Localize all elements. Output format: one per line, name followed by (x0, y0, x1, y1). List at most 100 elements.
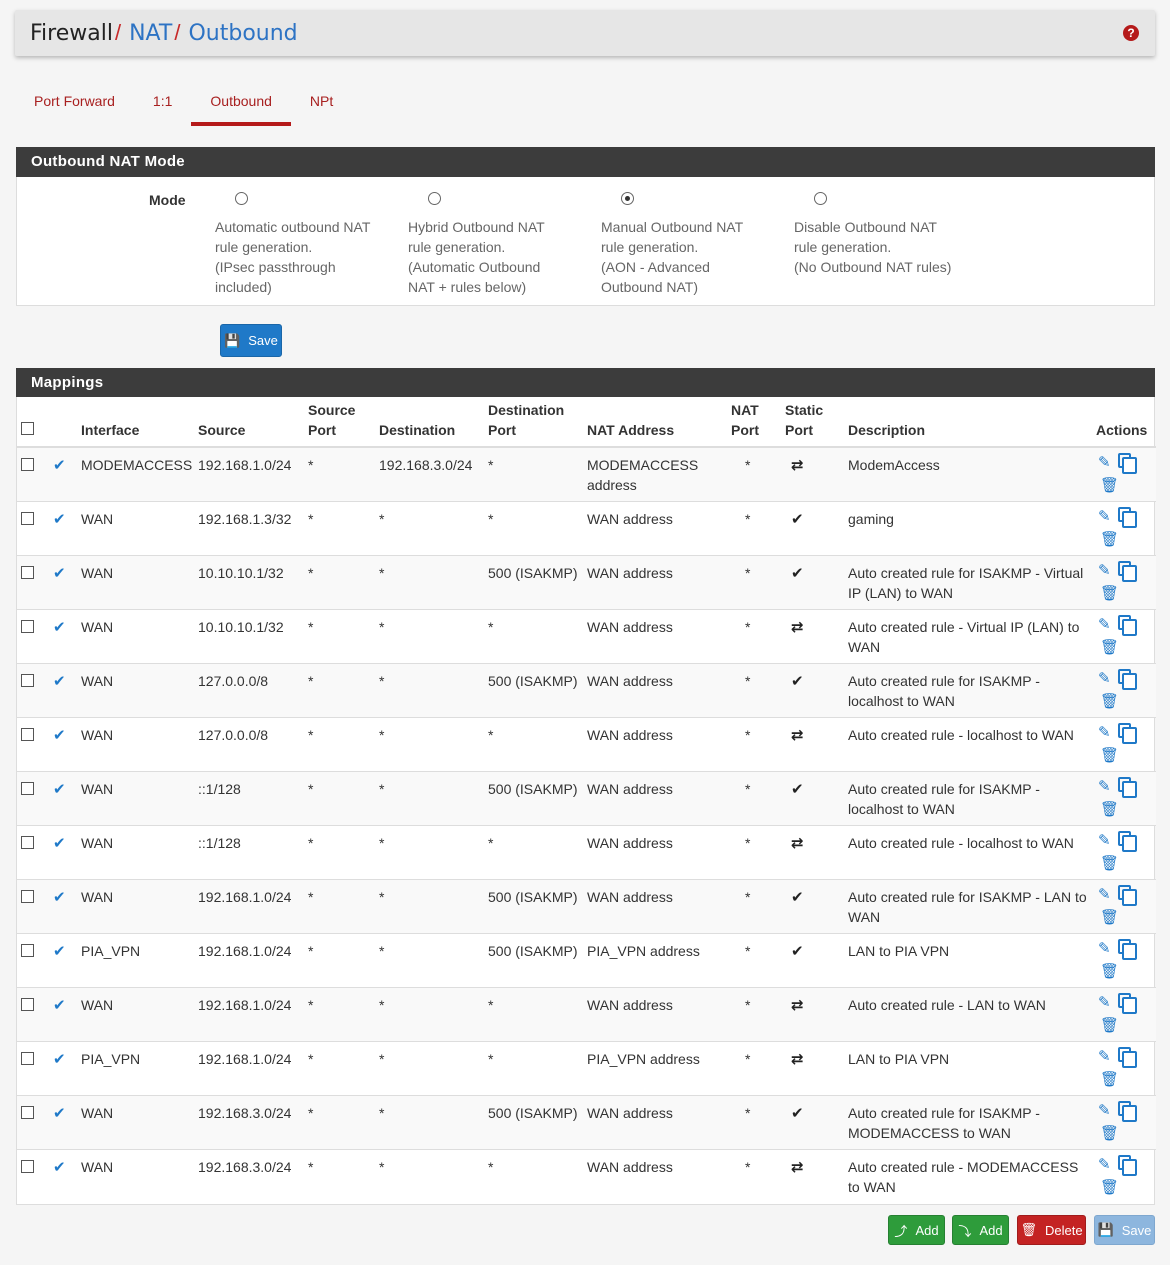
col-destination-port[interactable]: Destination Port (484, 397, 583, 448)
enabled-check-icon[interactable]: ✔ (53, 511, 66, 528)
table-row[interactable]: ✔ WAN::1/128 * * 500 (ISAKMP) WAN address * ✔ Au… (17, 770, 1156, 825)
trash-icon[interactable]: 🗑 (1100, 1124, 1119, 1144)
copy-icon[interactable] (1118, 560, 1137, 582)
mode-option-manual[interactable]: Manual Outbound NAT rule generation. (AON … (601, 192, 781, 297)
trash-icon[interactable]: 🗑 (1100, 530, 1119, 550)
edit-pencil-icon[interactable]: ✎ (1098, 615, 1111, 635)
table-row[interactable]: ✔ WAN 127.0.0.0/8 * * 500 (ISAKMP) WAN address… (17, 662, 1156, 717)
row-select-checkbox[interactable] (21, 1159, 34, 1173)
edit-pencil-icon[interactable]: ✎ (1098, 507, 1111, 527)
table-row[interactable]: ✔ WAN 192.168.3.0/24 * * * WAN address * ⇄ Auto c… (17, 1148, 1156, 1203)
table-row[interactable]: ✔ MODEMACCESS 192.168.1.0/24 * 192.168.3.0/2… (17, 446, 1156, 501)
edit-pencil-icon[interactable]: ✎ (1098, 993, 1111, 1013)
tab-outbound[interactable]: Outbound (191, 82, 291, 126)
enabled-check-icon[interactable]: ✔ (53, 943, 66, 960)
row-select-checkbox[interactable] (21, 1105, 34, 1119)
table-row[interactable]: ✔ WAN 10.10.10.1/32 * * * WAN address * ⇄ Auto cr… (17, 608, 1156, 663)
enabled-check-icon[interactable]: ✔ (53, 1159, 66, 1176)
mode-option-hybrid[interactable]: Hybrid Outbound NAT rule generation. (Auto… (408, 192, 588, 297)
edit-pencil-icon[interactable]: ✎ (1098, 453, 1111, 473)
trash-icon[interactable]: 🗑 (1100, 854, 1119, 874)
copy-icon[interactable] (1118, 1046, 1137, 1068)
enabled-check-icon[interactable]: ✔ (53, 1051, 66, 1068)
edit-pencil-icon[interactable]: ✎ (1098, 777, 1111, 797)
table-row[interactable]: ✔ WAN::1/128 * * * WAN address * ⇄ Auto created … (17, 824, 1156, 879)
col-nat-address[interactable]: NAT Address (583, 397, 727, 448)
table-row[interactable]: ✔ WAN 192.168.1.0/24 * * 500 (ISAKMP) WAN addr… (17, 878, 1156, 933)
copy-icon[interactable] (1118, 776, 1137, 798)
copy-icon[interactable] (1118, 938, 1137, 960)
row-select-checkbox[interactable] (21, 458, 34, 471)
breadcrumb-nat[interactable]: NAT (129, 21, 172, 46)
tab-npt[interactable]: NPt (291, 82, 352, 126)
select-all-checkbox[interactable] (21, 422, 34, 435)
add-rule-bottom-button[interactable]: ⤵ Add (952, 1215, 1009, 1245)
table-row[interactable]: ✔ WAN 10.10.10.1/32 * * 500 (ISAKMP) WAN addre… (17, 554, 1156, 609)
table-row[interactable]: ✔ PIA_VPN 192.168.1.0/24 * * * PIA_VPN address… (17, 1040, 1156, 1095)
trash-icon[interactable]: 🗑 (1100, 476, 1119, 496)
col-nat-port[interactable]: NAT Port (727, 397, 781, 448)
row-select-checkbox[interactable] (21, 727, 34, 741)
edit-pencil-icon[interactable]: ✎ (1098, 1155, 1111, 1175)
mode-automatic-radio[interactable] (235, 192, 248, 205)
edit-pencil-icon[interactable]: ✎ (1098, 885, 1111, 905)
trash-icon[interactable]: 🗑 (1100, 692, 1119, 712)
breadcrumb-outbound[interactable]: Outbound (188, 21, 297, 46)
table-row[interactable]: ✔ PIA_VPN 192.168.1.0/24 * * 500 (ISAKMP) PIA_… (17, 932, 1156, 987)
copy-icon[interactable] (1118, 506, 1137, 528)
edit-pencil-icon[interactable]: ✎ (1098, 831, 1111, 851)
edit-pencil-icon[interactable]: ✎ (1098, 1101, 1111, 1121)
table-row[interactable]: ✔ WAN 192.168.1.3/32 * * * WAN address * ✔ gaming… (17, 500, 1156, 555)
copy-icon[interactable] (1118, 884, 1137, 906)
trash-icon[interactable]: 🗑 (1100, 1016, 1119, 1036)
row-select-checkbox[interactable] (21, 1051, 34, 1065)
copy-icon[interactable] (1118, 722, 1137, 744)
mode-manual-radio[interactable] (621, 192, 634, 205)
col-source[interactable]: Source (194, 397, 304, 448)
col-interface[interactable]: Interface (77, 397, 194, 448)
enabled-check-icon[interactable]: ✔ (53, 727, 66, 744)
trash-icon[interactable]: 🗑 (1100, 962, 1119, 982)
edit-pencil-icon[interactable]: ✎ (1098, 561, 1111, 581)
mode-option-disable[interactable]: Disable Outbound NAT rule generation. (No … (794, 192, 974, 277)
enabled-check-icon[interactable]: ✔ (53, 565, 66, 582)
enabled-check-icon[interactable]: ✔ (53, 457, 66, 474)
mode-option-automatic[interactable]: Automatic outbound NAT rule generation. (I… (215, 192, 395, 297)
row-select-checkbox[interactable] (21, 565, 34, 579)
row-select-checkbox[interactable] (21, 835, 34, 849)
table-row[interactable]: ✔ WAN 192.168.3.0/24 * * 500 (ISAKMP) WAN addr… (17, 1094, 1156, 1149)
copy-icon[interactable] (1118, 830, 1137, 852)
copy-icon[interactable] (1118, 1100, 1137, 1122)
edit-pencil-icon[interactable]: ✎ (1098, 1047, 1111, 1067)
table-row[interactable]: ✔ WAN 127.0.0.0/8 * * * WAN address * ⇄ Auto crea… (17, 716, 1156, 771)
tab-port-forward[interactable]: Port Forward (15, 82, 134, 126)
enabled-check-icon[interactable]: ✔ (53, 673, 66, 690)
enabled-check-icon[interactable]: ✔ (53, 619, 66, 636)
trash-icon[interactable]: 🗑 (1100, 800, 1119, 820)
copy-icon[interactable] (1118, 668, 1137, 690)
copy-icon[interactable] (1118, 453, 1137, 474)
copy-icon[interactable] (1118, 614, 1137, 636)
row-select-checkbox[interactable] (21, 997, 34, 1011)
trash-icon[interactable]: 🗑 (1100, 746, 1119, 766)
add-rule-top-button[interactable]: ⤴ Add (888, 1215, 945, 1245)
enabled-check-icon[interactable]: ✔ (53, 997, 66, 1014)
row-select-checkbox[interactable] (21, 673, 34, 687)
mode-hybrid-radio[interactable] (428, 192, 441, 205)
enabled-check-icon[interactable]: ✔ (53, 889, 66, 906)
trash-icon[interactable]: 🗑 (1100, 908, 1119, 928)
enabled-check-icon[interactable]: ✔ (53, 835, 66, 852)
edit-pencil-icon[interactable]: ✎ (1098, 723, 1111, 743)
copy-icon[interactable] (1118, 1154, 1137, 1176)
trash-icon[interactable]: 🗑 (1100, 1178, 1119, 1198)
copy-icon[interactable] (1118, 992, 1137, 1014)
trash-icon[interactable]: 🗑 (1100, 584, 1119, 604)
trash-icon[interactable]: 🗑 (1100, 638, 1119, 658)
col-source-port[interactable]: Source Port (304, 397, 375, 448)
delete-rules-button[interactable]: 🗑 Delete (1017, 1215, 1086, 1245)
row-select-checkbox[interactable] (21, 619, 34, 633)
save-order-button[interactable]: 💾 Save (1094, 1215, 1155, 1245)
edit-pencil-icon[interactable]: ✎ (1098, 939, 1111, 959)
row-select-checkbox[interactable] (21, 511, 34, 525)
question-circle-icon[interactable]: ? (1123, 25, 1139, 41)
